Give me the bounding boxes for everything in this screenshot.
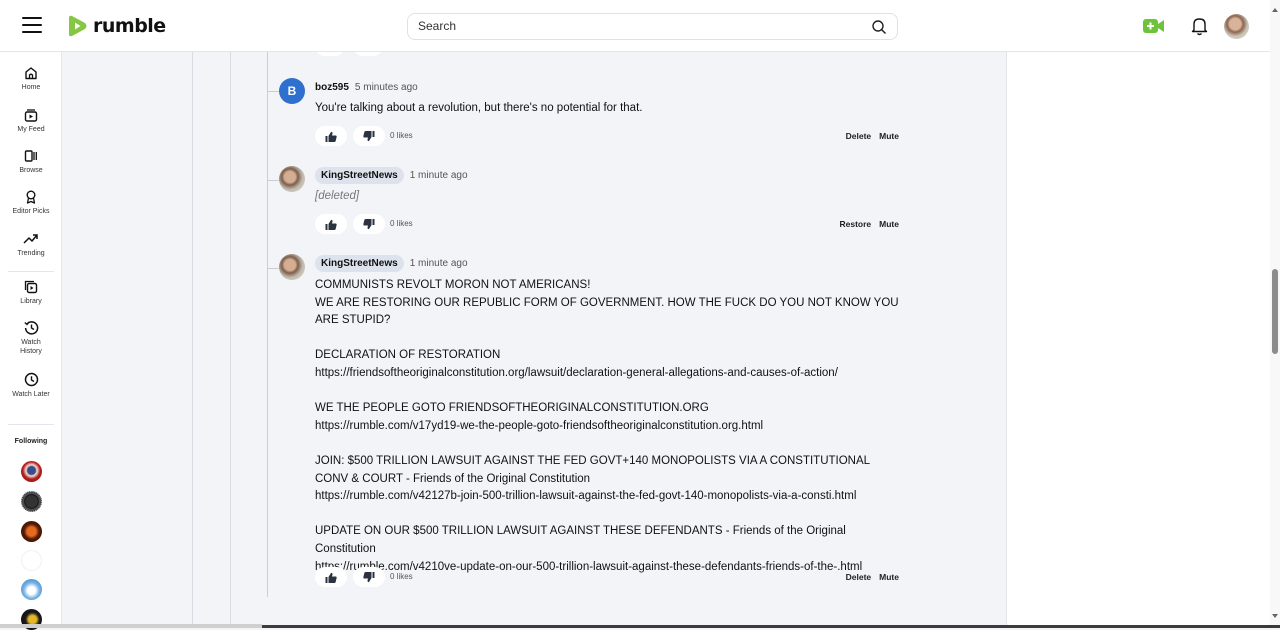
sidebar-label: Watch History [20, 339, 42, 355]
feed-icon [24, 109, 38, 122]
comment-actions: 0 likes Delete Mute [315, 567, 899, 587]
scroll-up-arrow-icon[interactable] [1272, 8, 1278, 12]
comment-timestamp: 1 minute ago [409, 257, 468, 269]
comment-actions: 0 likes Restore Mute [315, 214, 899, 234]
trending-icon [23, 234, 38, 244]
sidebar-divider [8, 424, 54, 425]
sidebar-label: Browse [19, 167, 43, 174]
commenter-avatar[interactable] [279, 166, 305, 192]
delete-button[interactable]: Delete [846, 131, 872, 141]
following-channel-avatar[interactable] [21, 461, 42, 482]
brand-name: rumble [93, 15, 166, 37]
comment-timestamp: 5 minutes ago [354, 81, 418, 93]
like-button[interactable] [315, 126, 347, 146]
thumbs-up-icon [325, 572, 337, 583]
menu-icon[interactable] [22, 17, 42, 33]
thumbs-down-icon [363, 571, 375, 582]
page-scrollbar[interactable] [1270, 0, 1280, 628]
thread-branch [267, 91, 279, 92]
commenter-avatar[interactable] [279, 254, 305, 280]
following-channel-avatar[interactable] [21, 521, 42, 542]
search-input[interactable] [418, 19, 858, 33]
sidebar-label: Watch Later [12, 391, 50, 398]
sidebar-label: Library [20, 298, 42, 305]
search-bar[interactable] [407, 13, 898, 40]
scrollbar-thumb[interactable] [1272, 269, 1278, 354]
column-divider [192, 52, 193, 628]
sidebar-item-watch-later[interactable]: Watch Later [0, 372, 62, 399]
sidebar-label: Trending [17, 250, 45, 257]
commenter-avatar[interactable]: B [279, 78, 305, 104]
bottom-edge-light [0, 624, 262, 628]
following-channel-avatar[interactable] [21, 491, 42, 512]
scroll-down-arrow-icon[interactable] [1272, 614, 1278, 618]
upload-video-icon[interactable] [1143, 18, 1165, 34]
sidebar-item-editor-picks[interactable]: Editor Picks [0, 190, 62, 216]
following-heading: Following [14, 438, 48, 445]
mute-button[interactable]: Mute [879, 572, 899, 582]
comment-text-deleted: [deleted] [315, 190, 360, 202]
mute-button[interactable]: Mute [879, 131, 899, 141]
comment-username[interactable]: KingStreetNews [315, 254, 404, 272]
comment-username[interactable]: boz595 [315, 82, 349, 93]
user-avatar[interactable] [1224, 14, 1249, 39]
thumbs-up-icon [325, 219, 337, 230]
following-channel-avatar[interactable] [21, 579, 42, 600]
award-icon [26, 190, 36, 204]
history-icon [23, 321, 38, 335]
following-channel-avatar[interactable] [21, 550, 42, 571]
rumble-logo[interactable]: rumble [65, 14, 166, 38]
dislike-button[interactable] [353, 214, 385, 234]
library-icon [24, 280, 38, 294]
likes-count: 0 likes [390, 131, 413, 140]
sidebar-item-home[interactable]: Home [0, 66, 62, 92]
notifications-bell-icon[interactable] [1191, 16, 1208, 36]
sidebar-label: Editor Picks [12, 208, 50, 215]
likes-count: 0 likes [390, 219, 413, 228]
sidebar-item-trending[interactable]: Trending [0, 232, 62, 258]
sidebar-label: My Feed [17, 126, 45, 133]
left-sidebar: Home My Feed Browse Editor Picks Trendin… [0, 52, 62, 630]
thumbs-up-icon [325, 131, 337, 142]
sidebar-label: Home [21, 84, 41, 91]
thread-line [267, 52, 268, 597]
sidebar-item-my-feed[interactable]: My Feed [0, 108, 62, 134]
like-button[interactable] [315, 567, 347, 587]
thread-branch [267, 268, 279, 269]
likes-count: 0 likes [390, 572, 413, 581]
sidebar-item-library[interactable]: Library [0, 280, 62, 306]
thread-branch [267, 180, 279, 181]
thumbs-down-icon [363, 130, 375, 141]
rumble-logo-icon [69, 15, 87, 37]
mute-button[interactable]: Mute [879, 219, 899, 229]
clock-icon [24, 372, 38, 387]
right-panel [1006, 52, 1270, 628]
sidebar-item-browse[interactable]: Browse [0, 149, 62, 175]
comment-text: COMMUNISTS REVOLT MORON NOT AMERICANS! W… [315, 279, 899, 573]
dislike-button[interactable] [353, 126, 385, 146]
sidebar-item-watch-history[interactable]: Watch History [0, 320, 62, 356]
comment-username[interactable]: KingStreetNews [315, 166, 404, 184]
delete-button[interactable]: Delete [846, 572, 872, 582]
thumbs-down-icon [363, 218, 375, 229]
column-divider [230, 52, 231, 628]
search-icon[interactable] [871, 19, 887, 35]
comment-text: You're talking about a revolution, but t… [315, 102, 643, 114]
top-header: rumble [0, 0, 1270, 52]
home-icon [25, 67, 37, 80]
dislike-button[interactable] [353, 567, 385, 587]
comment-timestamp: 1 minute ago [409, 169, 468, 181]
like-button[interactable] [315, 214, 347, 234]
sidebar-divider [8, 271, 54, 272]
browse-icon [24, 150, 37, 162]
restore-button[interactable]: Restore [840, 219, 872, 229]
comment-actions: 0 likes Delete Mute [315, 126, 899, 146]
